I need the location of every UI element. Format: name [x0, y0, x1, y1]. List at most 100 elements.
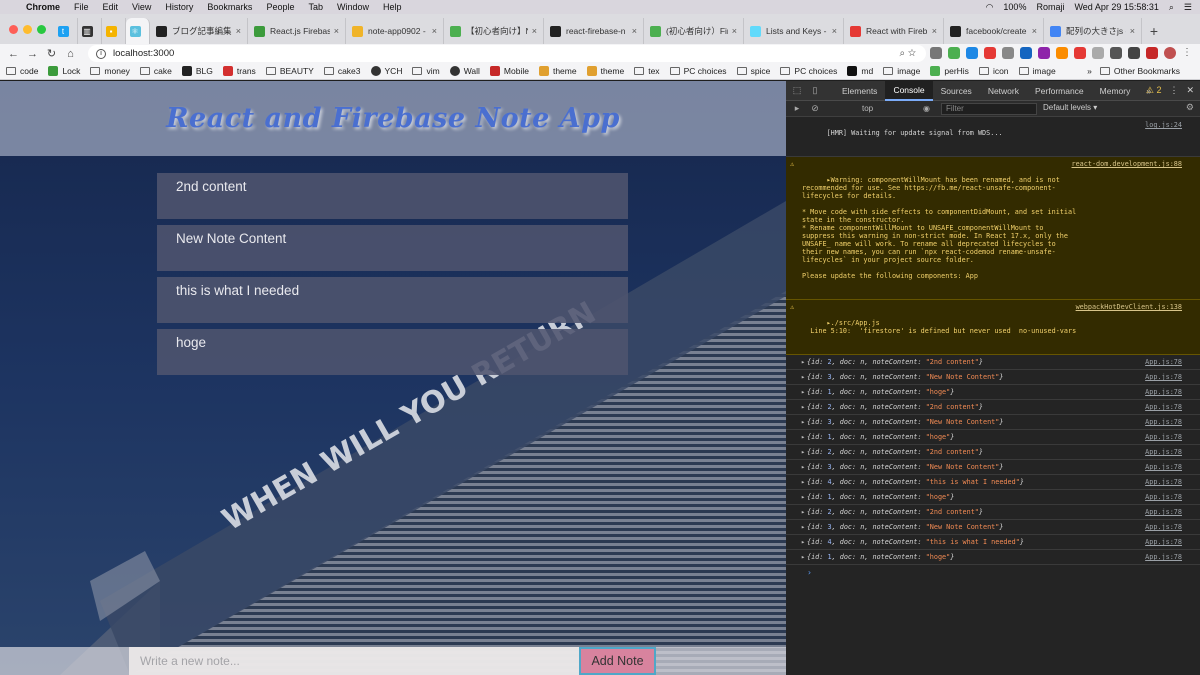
extension-icon[interactable]: [1128, 47, 1140, 59]
console-filter-input[interactable]: Filter: [941, 103, 1037, 115]
console-log-line[interactable]: ▸ {id: 3, doc: n, noteContent: "New Note …: [786, 415, 1200, 430]
tab-close-icon[interactable]: ×: [932, 26, 937, 36]
console-log-line[interactable]: ▸ {id: 3, doc: n, noteContent: "New Note …: [786, 460, 1200, 475]
bookmark-item[interactable]: BLG: [181, 66, 213, 76]
extension-icon[interactable]: [930, 47, 942, 59]
bookmark-folder[interactable]: BEAUTY: [265, 66, 314, 76]
spotlight-icon[interactable]: ⌕: [1169, 2, 1174, 13]
console-log-line[interactable]: ▸ {id: 3, doc: n, noteContent: "New Note …: [786, 520, 1200, 535]
console-log-line[interactable]: ▸ {id: 1, doc: n, noteContent: "hoge"} App…: [786, 385, 1200, 400]
bookmark-folder[interactable]: image: [1018, 66, 1056, 76]
menu-people[interactable]: People: [266, 2, 294, 12]
expand-triangle-icon[interactable]: ▸: [801, 403, 805, 411]
extension-icon[interactable]: [966, 47, 978, 59]
bookmark-folder[interactable]: tex: [634, 66, 660, 76]
expand-triangle-icon[interactable]: ▸: [801, 553, 805, 561]
gear-icon[interactable]: ⚙: [1186, 102, 1194, 113]
menu-history[interactable]: History: [165, 2, 193, 12]
pinned-tab-keep[interactable]: ▪: [102, 18, 126, 44]
devtools-menu-icon[interactable]: ⋮: [1169, 85, 1178, 96]
bookmark-item[interactable]: Mobile: [489, 66, 529, 76]
note-card[interactable]: 2nd content: [157, 173, 628, 219]
console-log-line[interactable]: ▸ {id: 4, doc: n, noteContent: "this is w…: [786, 475, 1200, 490]
tab-close-icon[interactable]: ×: [832, 26, 837, 36]
menu-tab[interactable]: Tab: [308, 2, 323, 12]
extension-icon[interactable]: [1110, 47, 1122, 59]
console-log-line[interactable]: ▸ {id: 2, doc: n, noteContent: "2nd conte…: [786, 355, 1200, 370]
tab-6[interactable]: (初心者向け）Fir ×: [644, 18, 744, 44]
tab-5[interactable]: react-firebase-n ×: [544, 18, 644, 44]
tab-close-icon[interactable]: ×: [1130, 26, 1135, 36]
home-icon[interactable]: ⌂: [61, 48, 80, 60]
expand-triangle-icon[interactable]: ▸: [801, 448, 805, 456]
tab-2[interactable]: React.js Firebase ×: [248, 18, 346, 44]
other-bookmarks[interactable]: Other Bookmarks: [1099, 66, 1180, 76]
note-card[interactable]: hoge: [157, 329, 628, 375]
menu-view[interactable]: View: [132, 2, 151, 12]
expand-triangle-icon[interactable]: ▸: [801, 493, 805, 501]
forward-icon[interactable]: →: [23, 48, 42, 60]
address-bar[interactable]: i localhost:3000 ⌕ ☆: [88, 45, 926, 62]
add-note-button[interactable]: Add Note: [579, 647, 656, 675]
tab-7[interactable]: Lists and Keys - ×: [744, 18, 844, 44]
extension-icon[interactable]: [1038, 47, 1050, 59]
source-link[interactable]: App.js:78: [1145, 538, 1182, 546]
menu-edit[interactable]: Edit: [103, 2, 119, 12]
bookmark-folder[interactable]: cake: [139, 66, 172, 76]
bookmark-folder[interactable]: image: [883, 66, 920, 76]
close-window-button[interactable]: [9, 25, 18, 34]
tab-close-icon[interactable]: ×: [432, 26, 437, 36]
sidebar-toggle-icon[interactable]: ▸: [790, 103, 804, 114]
back-icon[interactable]: ←: [4, 48, 23, 60]
bookmark-folder[interactable]: spice: [736, 66, 770, 76]
bookmark-folder[interactable]: PC choices: [669, 66, 727, 76]
bookmark-folder[interactable]: PC choices: [780, 66, 837, 76]
expand-triangle-icon[interactable]: ▸: [801, 418, 805, 426]
chevron-right-icon[interactable]: »: [1087, 66, 1092, 76]
tab-network[interactable]: Network: [980, 81, 1027, 101]
console-log-line[interactable]: ▸ {id: 2, doc: n, noteContent: "2nd conte…: [786, 505, 1200, 520]
source-link[interactable]: App.js:78: [1145, 358, 1182, 366]
control-center-icon[interactable]: ☰: [1184, 2, 1192, 13]
extension-icon[interactable]: [1146, 47, 1158, 59]
bookmark-star-icon[interactable]: ⌕ ☆: [899, 48, 916, 59]
warning-count-badge[interactable]: ⚠ 2: [1146, 85, 1162, 96]
reload-icon[interactable]: ↻: [42, 47, 61, 60]
tab-3[interactable]: note-app0902 - ×: [346, 18, 444, 44]
console-log-line[interactable]: ▸ {id: 1, doc: n, noteContent: "hoge"} App…: [786, 430, 1200, 445]
extension-icon[interactable]: [1092, 47, 1104, 59]
menu-window[interactable]: Window: [337, 2, 369, 12]
console-log-line[interactable]: ▸ {id: 2, doc: n, noteContent: "2nd conte…: [786, 445, 1200, 460]
console-log-line[interactable]: ▸ {id: 1, doc: n, noteContent: "hoge"} App…: [786, 490, 1200, 505]
source-link[interactable]: App.js:78: [1145, 433, 1182, 441]
bookmark-folder[interactable]: code: [6, 66, 38, 76]
tab-close-icon[interactable]: ×: [236, 26, 241, 36]
extension-icon[interactable]: [1020, 47, 1032, 59]
tab-close-icon[interactable]: ×: [532, 26, 537, 36]
bookmark-folder[interactable]: icon: [978, 66, 1009, 76]
expand-triangle-icon[interactable]: ▸: [801, 538, 805, 546]
source-link[interactable]: react-dom.development.js:88: [1072, 160, 1183, 168]
tab-elements[interactable]: Elements: [834, 81, 885, 101]
pinned-tab-trello[interactable]: ▥: [78, 18, 102, 44]
bookmark-item[interactable]: theme: [538, 66, 577, 76]
expand-triangle-icon[interactable]: ▸: [801, 433, 805, 441]
context-selector[interactable]: top▾: [862, 104, 946, 113]
app-menu[interactable]: Chrome: [26, 2, 60, 12]
bookmark-folder[interactable]: money: [90, 66, 130, 76]
device-toolbar-icon[interactable]: ▯: [808, 85, 822, 96]
close-devtools-icon[interactable]: ✕: [1186, 85, 1194, 96]
menu-kebab-icon[interactable]: ⋮: [1182, 47, 1194, 59]
bookmark-item[interactable]: perHis: [930, 66, 969, 76]
expand-triangle-icon[interactable]: ▸: [801, 463, 805, 471]
bookmark-item[interactable]: theme: [586, 66, 624, 76]
menu-file[interactable]: File: [74, 2, 89, 12]
expand-triangle-icon[interactable]: ▸: [801, 358, 805, 366]
tab-sources[interactable]: Sources: [933, 81, 980, 101]
expand-triangle-icon[interactable]: ▸: [801, 373, 805, 381]
source-link[interactable]: App.js:78: [1145, 553, 1182, 561]
tab-1[interactable]: ブログ記事編集 - ×: [150, 18, 248, 44]
inspect-element-icon[interactable]: ⬚: [790, 85, 804, 96]
bookmark-item[interactable]: Lock: [48, 66, 80, 76]
wifi-icon[interactable]: ◠: [986, 2, 994, 13]
